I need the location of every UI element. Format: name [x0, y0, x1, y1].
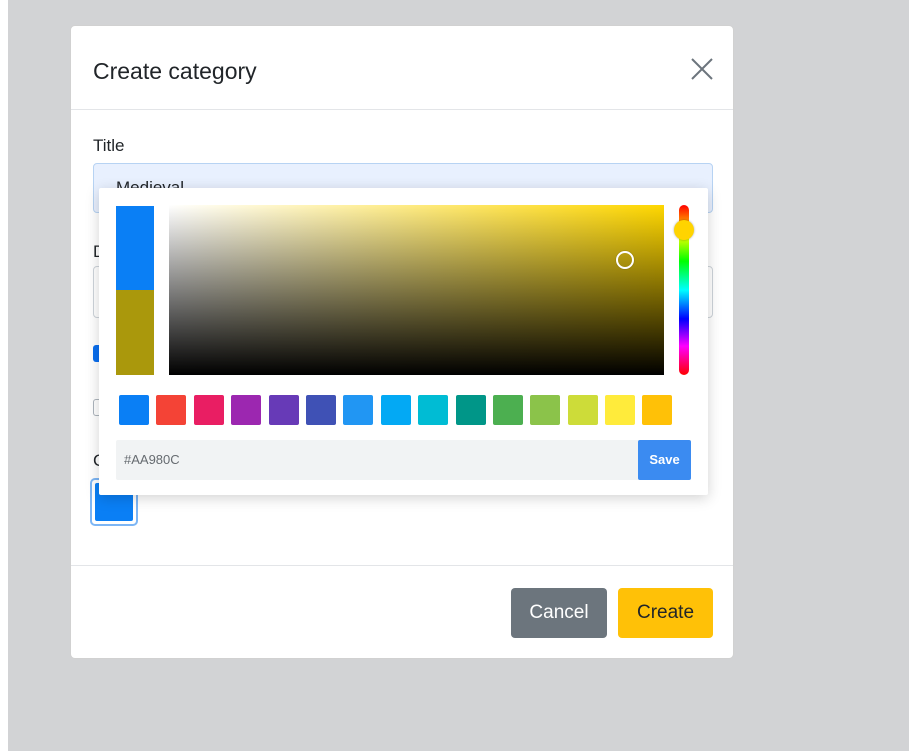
modal-header: Create category [71, 26, 733, 110]
preset-swatch[interactable] [343, 395, 374, 425]
modal-footer: Cancel Create [71, 565, 733, 660]
preset-swatch[interactable] [567, 395, 598, 425]
preset-swatch[interactable] [156, 395, 187, 425]
preset-swatch[interactable] [380, 395, 411, 425]
create-button[interactable]: Create [618, 588, 713, 638]
cancel-button[interactable]: Cancel [511, 588, 607, 638]
title-label: Title [93, 136, 125, 155]
close-button[interactable] [689, 56, 715, 82]
close-icon [691, 58, 713, 80]
save-button[interactable]: Save [638, 440, 691, 480]
preset-swatch[interactable] [605, 395, 636, 425]
preset-swatch[interactable] [268, 395, 299, 425]
modal-title: Create category [93, 58, 257, 84]
preset-swatch[interactable] [418, 395, 449, 425]
saturation-value-area[interactable] [169, 205, 664, 375]
saturation-value-handle[interactable] [616, 251, 634, 269]
preset-swatch[interactable] [305, 395, 336, 425]
preset-swatch[interactable] [119, 395, 149, 425]
hue-slider-handle[interactable] [674, 220, 694, 240]
preset-swatches [119, 395, 673, 425]
new-color-preview [116, 206, 154, 290]
preset-swatch[interactable] [492, 395, 523, 425]
old-color-preview[interactable] [116, 290, 154, 375]
preset-swatch[interactable] [642, 395, 673, 425]
hex-input[interactable]: #AA980C [124, 440, 180, 480]
color-picker-popup: #AA980C Save [99, 188, 708, 495]
preset-swatch[interactable] [455, 395, 486, 425]
preset-swatch[interactable] [530, 395, 561, 425]
hex-row: #AA980C Save [116, 440, 691, 480]
preset-swatch[interactable] [193, 395, 224, 425]
preset-swatch[interactable] [231, 395, 262, 425]
